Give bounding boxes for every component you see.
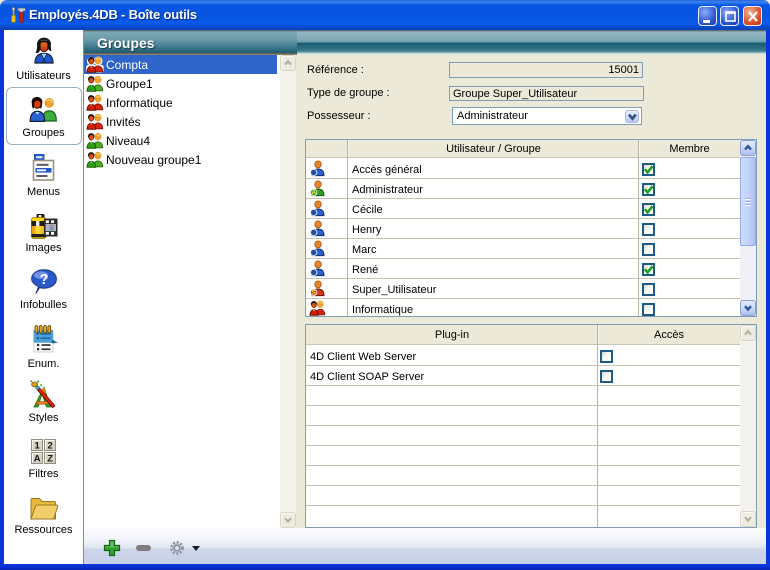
svg-text:2: 2 [48,440,53,451]
svg-text:A: A [34,453,41,464]
svg-text:1: 1 [35,440,41,451]
svg-text:?: ? [39,272,48,288]
svg-text:Z: Z [47,453,53,464]
